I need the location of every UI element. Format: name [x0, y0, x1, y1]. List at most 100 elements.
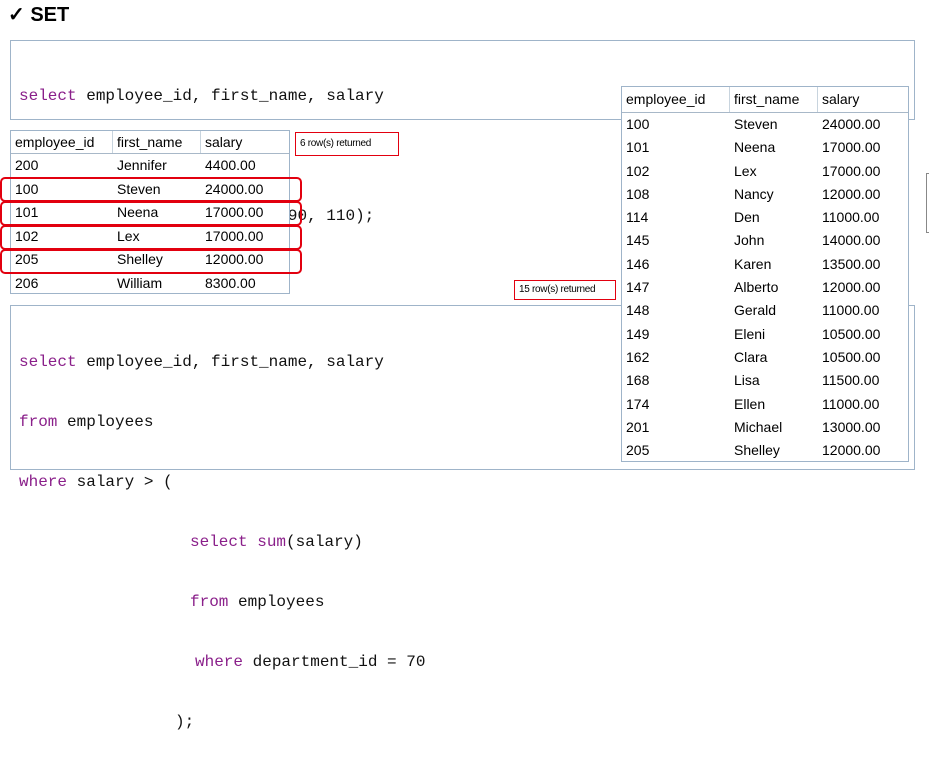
result-table-2: employee_id first_name salary 100 Steven 2… [621, 86, 909, 462]
cell: 24000.00 [822, 116, 881, 132]
cell: 4400.00 [205, 157, 256, 173]
keyword: select [19, 353, 77, 371]
code-text: employee_id, first_name, salary [76, 87, 384, 105]
cell: Eleni [734, 325, 766, 342]
cell: 146 [626, 255, 650, 272]
rows-returned-badge: 6 row(s) returned [295, 132, 399, 156]
cell: 100 [626, 116, 650, 132]
cell: Karen [734, 255, 772, 272]
table-row[interactable]: 102 Lex 17000.00 [622, 160, 908, 183]
table-row[interactable]: 162 Clara 10500.00 [622, 346, 908, 369]
keyword: from [190, 593, 229, 611]
cell: 11000.00 [822, 209, 880, 226]
cell: 17000.00 [822, 162, 881, 179]
row-highlight [0, 225, 302, 250]
slide-title: ✓ SET [8, 4, 70, 26]
keyword: select [190, 533, 248, 551]
code-text: (salary) [286, 533, 363, 551]
cell: Alberto [734, 279, 779, 296]
table-row[interactable]: 101 Neena 17000.00 [622, 136, 908, 159]
code-text: salary > ( [67, 473, 173, 491]
cell: 8300.00 [205, 274, 256, 291]
row-highlight [0, 201, 302, 226]
cell: 12000.00 [822, 442, 881, 459]
cell: Den [734, 209, 760, 226]
table-row[interactable]: 114 Den 11000.00 [622, 206, 908, 229]
table-row[interactable]: 149 Eleni 10500.00 [622, 323, 908, 346]
rows-returned-badge: 15 row(s) returned [514, 280, 616, 300]
cell: 168 [626, 372, 650, 389]
code-text: employees [57, 413, 154, 431]
code-text: department_id = 70 [243, 653, 426, 671]
cell: 148 [626, 302, 650, 319]
cell: 10500.00 [822, 325, 881, 342]
cell: Gerald [734, 302, 777, 319]
keyword: sum [257, 533, 287, 551]
table-row[interactable]: 100 Steven 24000.00 [622, 113, 908, 136]
cell: Clara [734, 348, 768, 365]
table-row[interactable]: 148 Gerald 11000.00 [622, 299, 908, 322]
table-row[interactable]: 206 William 8300.00 [11, 272, 289, 296]
table-row[interactable]: 147 Alberto 12000.00 [622, 276, 908, 299]
cell: 12000.00 [822, 185, 881, 202]
cell: Lisa [734, 372, 760, 389]
cell: 10500.00 [822, 348, 881, 365]
table-header: employee_id first_name salary [11, 131, 289, 154]
table-row[interactable]: 205 Shelley 12000.00 [622, 439, 908, 462]
cell: 147 [626, 279, 650, 296]
table-row[interactable]: 200 Jennifer 4400.00 [11, 154, 289, 178]
cell: 12000.00 [822, 279, 881, 296]
row-highlight [0, 249, 302, 274]
keyword: where [195, 653, 244, 671]
column-header[interactable]: first_name [113, 131, 201, 153]
cell: 13500.00 [822, 255, 881, 272]
cell: 149 [626, 325, 650, 342]
column-header[interactable]: first_name [730, 87, 818, 112]
table-row[interactable]: 146 Karen 13500.00 [622, 253, 908, 276]
cell: Ellen [734, 395, 766, 412]
code-text: employee_id, first_name, salary [76, 353, 384, 371]
cell: 101 [626, 139, 650, 156]
keyword: select [19, 87, 77, 105]
cell: 17000.00 [822, 139, 881, 156]
table-row[interactable]: 201 Michael 13000.00 [622, 416, 908, 439]
cell: Michael [734, 418, 783, 435]
table-header: employee_id first_name salary [622, 87, 908, 113]
cell: 201 [626, 418, 650, 435]
code-text: ); [175, 713, 195, 731]
cell: 13000.00 [822, 418, 881, 435]
cell: 200 [15, 157, 39, 173]
cell: 14000.00 [822, 232, 881, 249]
column-header[interactable]: salary [818, 87, 908, 112]
cell: 108 [626, 185, 650, 202]
cell: Shelley [734, 442, 780, 459]
cell: 205 [626, 442, 650, 459]
cell: William [117, 274, 163, 291]
cell: Lex [734, 162, 757, 179]
keyword: from [19, 413, 58, 431]
cell: Steven [734, 116, 778, 132]
cell: Neena [734, 139, 776, 156]
table-row[interactable]: 108 Nancy 12000.00 [622, 183, 908, 206]
keyword: where [19, 473, 68, 491]
row-highlight [0, 177, 302, 202]
table-row[interactable]: 145 John 14000.00 [622, 229, 908, 252]
cell: 145 [626, 232, 650, 249]
column-header[interactable]: employee_id [622, 87, 730, 112]
table-row[interactable]: 174 Ellen 11000.00 [622, 393, 908, 416]
cell: John [734, 232, 765, 249]
cell: Nancy [734, 185, 774, 202]
cell: 102 [626, 162, 650, 179]
cell: 174 [626, 395, 650, 412]
table-row[interactable]: 168 Lisa 11500.00 [622, 369, 908, 392]
cell: 11000.00 [822, 302, 880, 319]
cell: 114 [626, 209, 649, 226]
cell: Jennifer [117, 157, 167, 173]
cell: 162 [626, 348, 650, 365]
cell: 11000.00 [822, 395, 880, 412]
code-text: employees [228, 593, 325, 611]
column-header[interactable]: employee_id [11, 131, 113, 153]
column-header[interactable]: salary [201, 131, 289, 153]
cell: 206 [15, 274, 39, 291]
